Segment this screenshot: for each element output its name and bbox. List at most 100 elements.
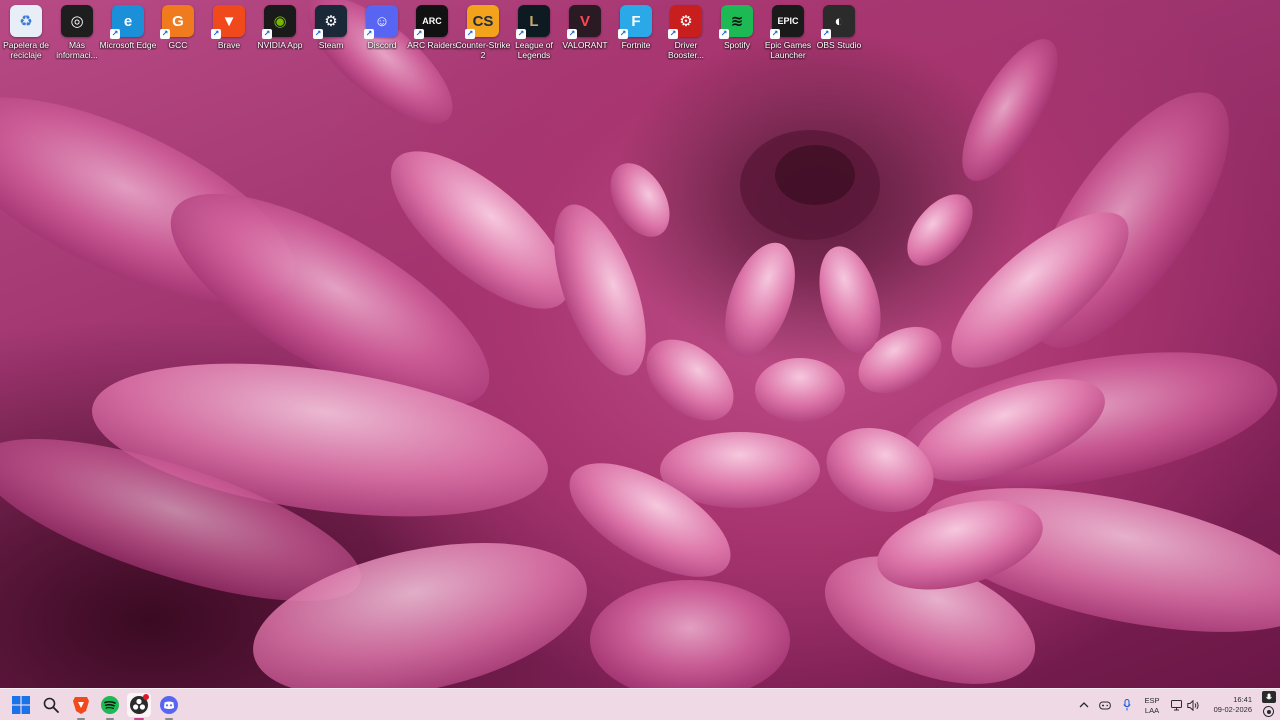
spotify-icon: [101, 696, 119, 714]
network-icon: [1170, 699, 1182, 710]
desktop-icon-label: Steam: [318, 40, 344, 50]
flower-petals: [0, 0, 1280, 688]
desktop-icon-label: Counter-Strike 2: [455, 40, 511, 60]
desktop-wallpaper: [0, 0, 1280, 688]
mic-in-use-indicator: [1262, 691, 1276, 703]
spotify-glyph: ≋: [730, 13, 744, 30]
brave-icon: ▼ ↗: [211, 5, 245, 39]
counter-strike-2-glyph: CS: [472, 12, 494, 30]
microsoft-edge-glyph: e: [123, 12, 133, 30]
desktop-icon-label: League of Legends: [515, 40, 553, 60]
desktop-icon-microsoft-edge[interactable]: e ↗ Microsoft Edge: [100, 2, 156, 68]
discord-glyph: ☺: [374, 12, 390, 30]
spotify-icon: ≋ ↗: [719, 5, 753, 39]
shortcut-arrow-icon: ↗: [414, 29, 424, 39]
desktop-icon-league-of-legends[interactable]: L ↗ League of Legends: [508, 2, 560, 68]
driver-booster-glyph: ⚙: [679, 13, 693, 30]
clock[interactable]: 16:41 09-02-2026: [1206, 694, 1254, 716]
desktop-icon-arc-raiders[interactable]: ARC ↗ ARC Raiders: [406, 2, 458, 68]
desktop-icon-epic-games-launcher[interactable]: EPIC ↗ Epic Games Launcher: [762, 2, 814, 68]
valorant-glyph: V: [579, 12, 590, 30]
desktop-icon-brave[interactable]: ▼ ↗ Brave: [203, 2, 255, 68]
fortnite-icon: F ↗: [618, 5, 652, 39]
shortcut-arrow-icon: ↗: [516, 29, 526, 39]
desktop-icon-valorant[interactable]: V ↗ VALORANT: [559, 2, 611, 68]
desktop-icon-more-info[interactable]: ◎ Más informaci...: [51, 2, 103, 68]
shortcut-arrow-icon: ↗: [821, 29, 831, 39]
gamepad-tray-button[interactable]: [1098, 695, 1112, 715]
notification-dot: [143, 694, 149, 700]
shortcut-arrow-icon: ↗: [567, 29, 577, 39]
microsoft-edge-icon: e ↗: [110, 5, 144, 39]
brave-taskbar-button[interactable]: [69, 693, 93, 720]
brave-glyph: ▼: [221, 12, 237, 30]
desktop-icon-counter-strike-2[interactable]: CS ↗ Counter-Strike 2: [455, 2, 511, 68]
recycle-bin-glyph: ♻: [19, 13, 33, 30]
epic-games-launcher-glyph: EPIC: [777, 16, 799, 26]
windows-logo-icon: [12, 696, 30, 714]
desktop-icon-label: VALORANT: [562, 40, 608, 50]
desktop-icon-recycle-bin[interactable]: ♻ Papelera de reciclaje: [0, 2, 52, 68]
desktop-icon-spotify[interactable]: ≋ ↗ Spotify: [711, 2, 763, 68]
language-indicator[interactable]: ESP LAA: [1140, 695, 1164, 715]
shortcut-arrow-icon: ↗: [313, 29, 323, 39]
fortnite-glyph: F: [631, 12, 641, 30]
desktop-icon-fortnite[interactable]: F ↗ Fortnite: [610, 2, 662, 68]
league-of-legends-icon: L ↗: [516, 5, 550, 39]
search-button[interactable]: [39, 693, 63, 717]
speaker-icon: [1186, 699, 1199, 711]
desktop-icon-discord[interactable]: ☺ ↗ Discord: [356, 2, 408, 68]
gamepad-icon: [1099, 701, 1111, 709]
shortcut-arrow-icon: ↗: [364, 29, 374, 39]
clock-time: 16:41: [1233, 695, 1252, 704]
start-button[interactable]: [9, 693, 33, 717]
shortcut-arrow-icon: ↗: [262, 29, 272, 39]
shortcut-arrow-icon: ↗: [618, 29, 628, 39]
volume-tray-button[interactable]: [1186, 695, 1200, 715]
desktop-icon-label: Epic Games Launcher: [764, 40, 812, 60]
desktop-icon-label: OBS Studio: [816, 40, 862, 50]
microphone-tray-button[interactable]: [1120, 695, 1134, 715]
clock-date: 09-02-2026: [1213, 705, 1252, 714]
shortcut-arrow-icon: ↗: [770, 29, 780, 39]
spotify-taskbar-button[interactable]: [98, 693, 122, 720]
league-of-legends-glyph: L: [529, 12, 539, 30]
keyboard-layout: LAA: [1144, 706, 1160, 715]
desktop-icon-label: ARC Raiders: [407, 40, 457, 50]
desktop-icon-label: Papelera de reciclaje: [3, 40, 49, 60]
desktop-icon-label: Brave: [217, 40, 241, 50]
desktop-icon-label: Spotify: [724, 40, 750, 50]
desktop-icon-obs-studio[interactable]: ◐ ↗ OBS Studio: [813, 2, 865, 68]
obs-taskbar-button[interactable]: [127, 693, 151, 720]
desktop-icon-label: NVIDIA App: [257, 40, 303, 50]
microphone-icon: [1123, 699, 1131, 711]
language-code: ESP: [1144, 696, 1160, 705]
microphone-active-icon: [1266, 693, 1272, 699]
obs-studio-icon: ◐ ↗: [821, 5, 855, 39]
gcc-glyph: G: [172, 12, 184, 30]
shortcut-arrow-icon: ↗: [465, 29, 475, 39]
shortcut-arrow-icon: ↗: [668, 29, 678, 39]
discord-taskbar-button[interactable]: [157, 693, 181, 720]
arc-raiders-icon: ARC ↗: [414, 5, 448, 39]
notification-center-button[interactable]: [1259, 689, 1279, 720]
desktop-icon-label: Driver Booster...: [668, 40, 704, 60]
shortcut-arrow-icon: ↗: [719, 29, 729, 39]
more-info-icon: ◎: [61, 5, 93, 37]
desktop-icon-steam[interactable]: ⚙ ↗ Steam: [305, 2, 357, 68]
more-info-glyph: ◎: [70, 13, 84, 30]
nvidia-app-glyph: ◉: [273, 13, 287, 30]
recycle-bin-icon: ♻: [10, 5, 42, 37]
desktop-icon-nvidia-app[interactable]: ◉ ↗ NVIDIA App: [254, 2, 306, 68]
nvidia-app-icon: ◉ ↗: [262, 5, 296, 39]
gcc-icon: G ↗: [160, 5, 194, 39]
network-tray-button[interactable]: [1170, 695, 1184, 715]
desktop-icon-driver-booster[interactable]: ⚙ ↗ Driver Booster...: [660, 2, 712, 68]
show-hidden-icons-button[interactable]: [1077, 695, 1091, 715]
epic-games-launcher-icon: EPIC ↗: [770, 5, 804, 39]
brave-icon: [73, 697, 89, 714]
discord-icon: ☺ ↗: [364, 5, 398, 39]
desktop-icon-gcc[interactable]: G ↗ GCC: [152, 2, 204, 68]
taskbar: ESP LAA 16:41 09-02-2026: [0, 688, 1280, 720]
do-not-disturb-icon: [1263, 706, 1274, 717]
